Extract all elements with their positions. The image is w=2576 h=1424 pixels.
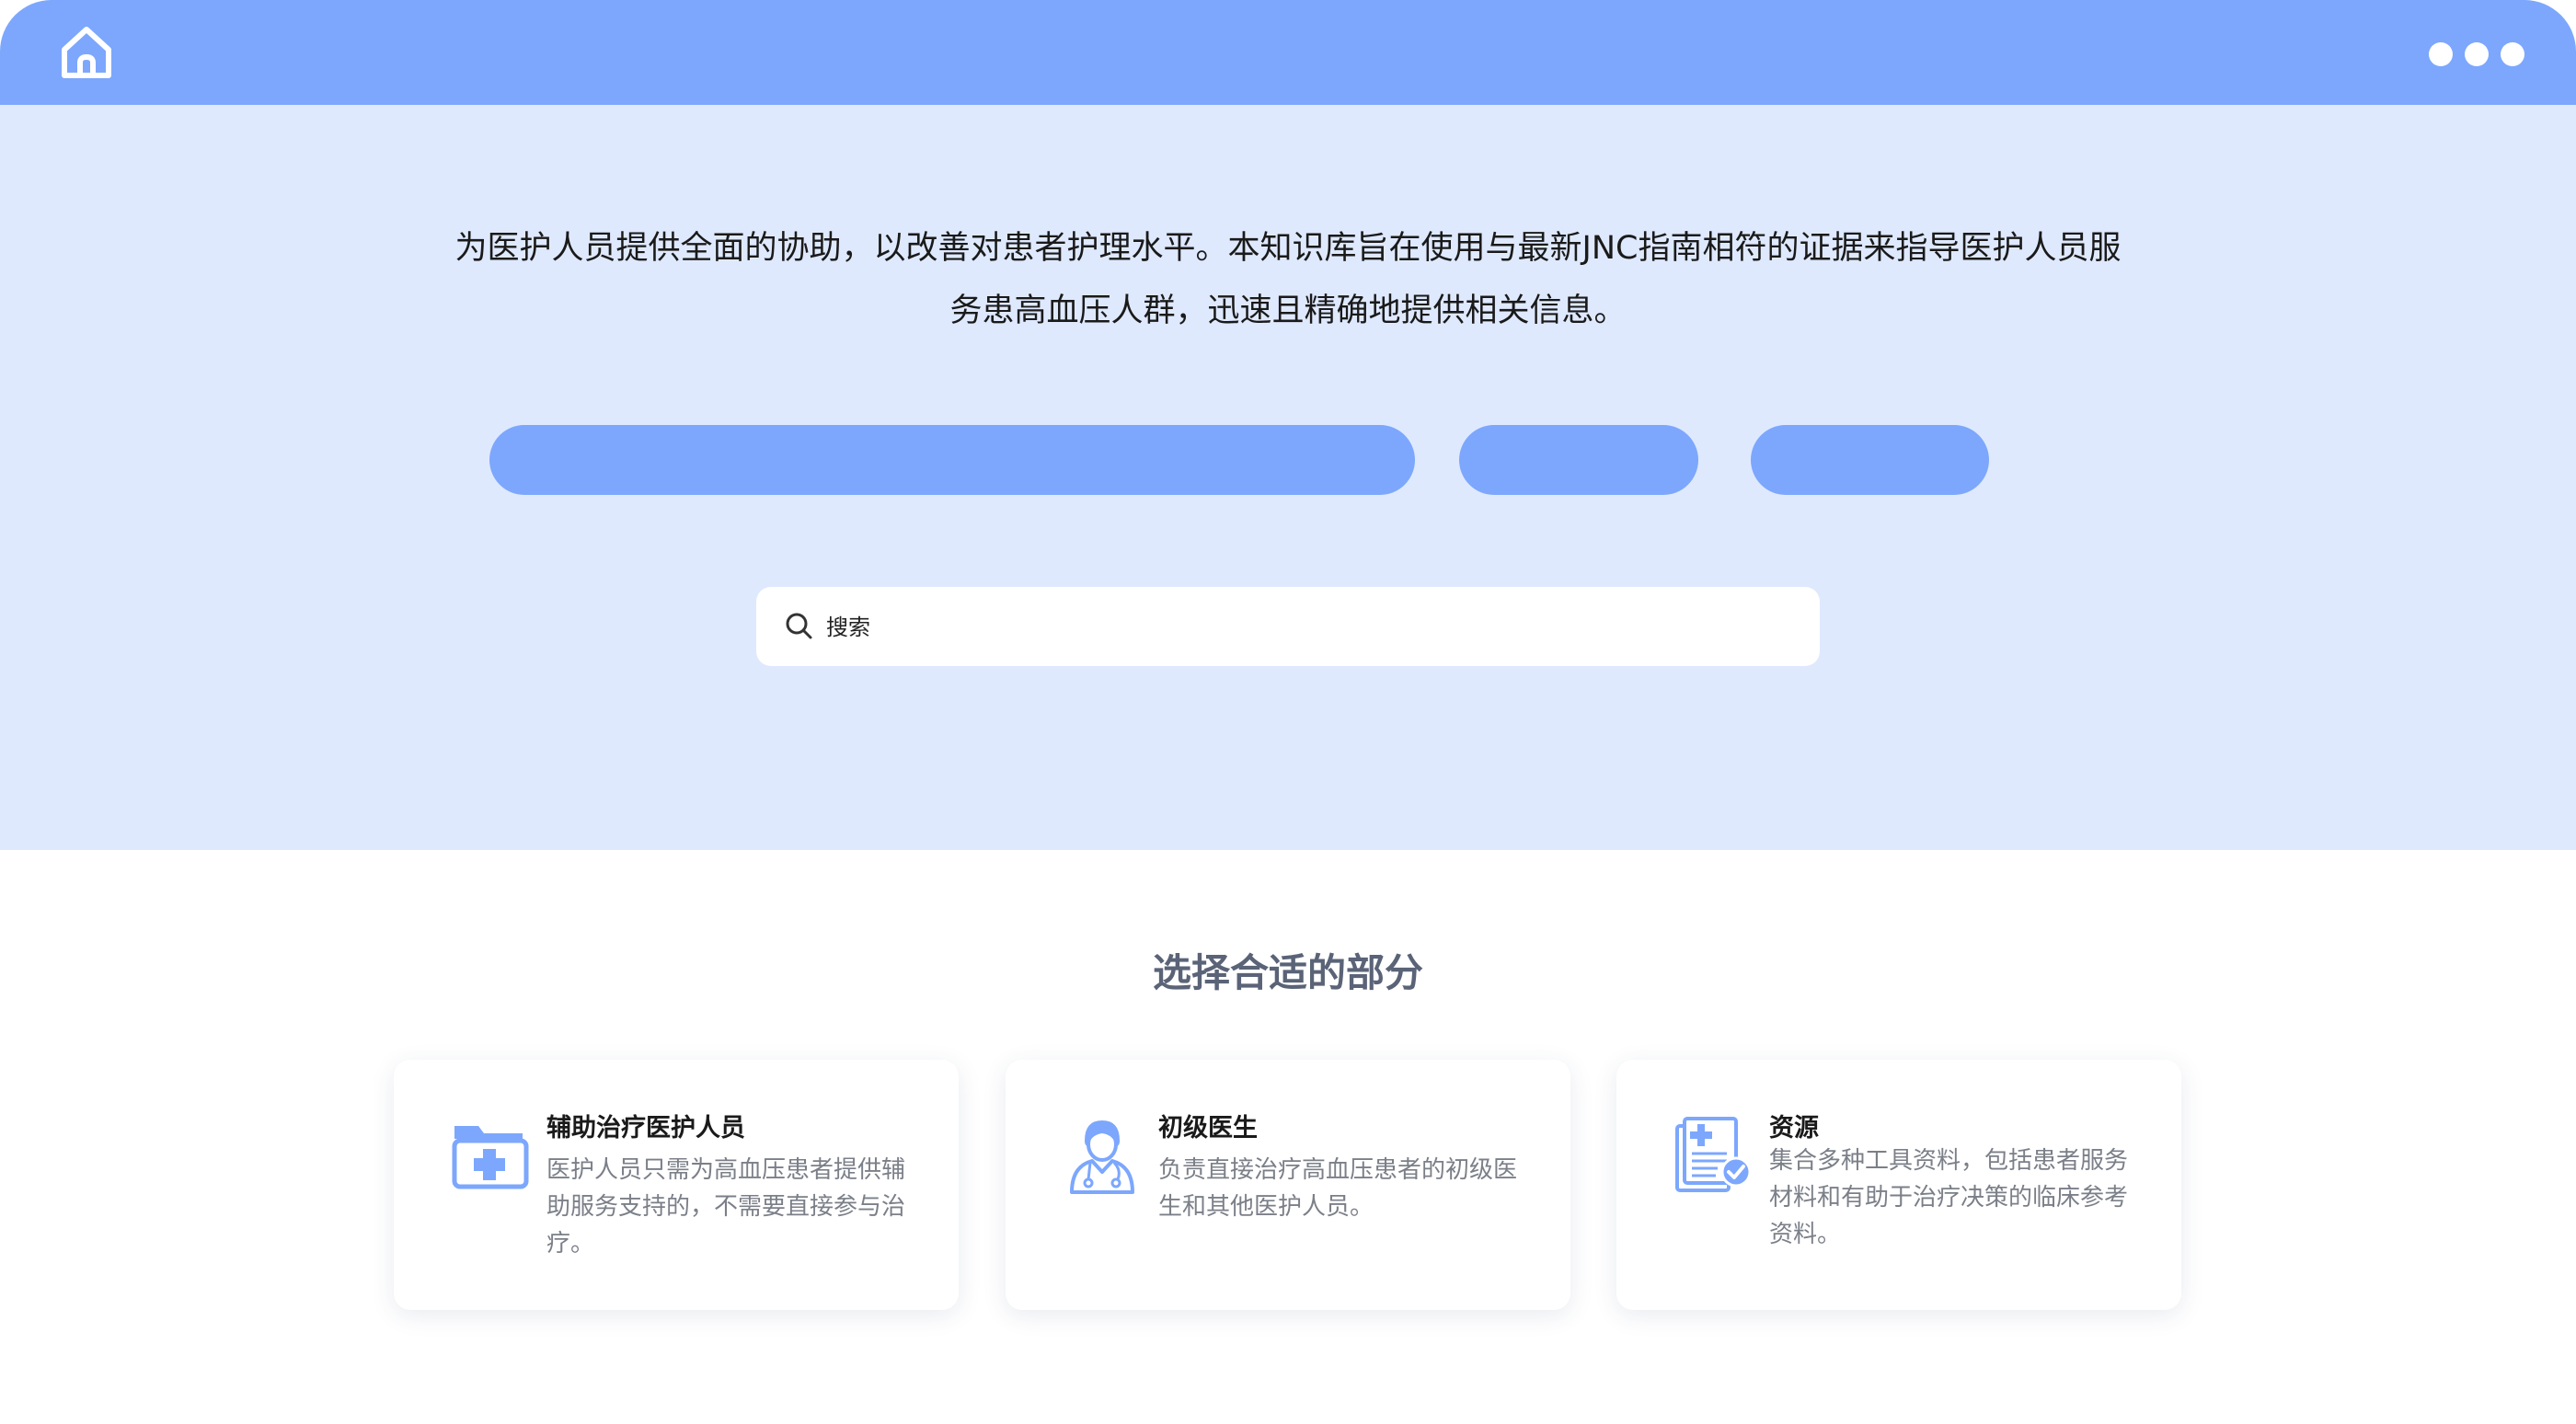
intro-line-2: 务患高血压人群，迅速且精确地提供相关信息。 xyxy=(949,293,1627,329)
card-resources[interactable]: 资源 集合多种工具资料，包括患者服务材料和有助于治疗决策的临床参考资料。 xyxy=(1616,1060,2181,1310)
card-description: 负责直接治疗高血压患者的初级医生和其他医护人员。 xyxy=(1158,1156,1518,1221)
intro-line-1: 为医护人员提供全面的协助，以改善对患者护理水平。本知识库旨在使用与最新JNC指南… xyxy=(454,230,2122,267)
card-title: 资源 xyxy=(1769,1114,1819,1143)
section-title: 选择合适的部分 xyxy=(1152,950,1423,995)
search-box[interactable] xyxy=(756,587,1820,666)
home-icon[interactable] xyxy=(57,22,116,83)
card-title: 辅助治疗医护人员 xyxy=(546,1114,745,1143)
nav-pill-3[interactable] xyxy=(1751,425,1989,495)
doctor-icon xyxy=(1070,1120,1134,1194)
top-bar xyxy=(0,0,2576,105)
intro-text: 为医护人员提供全面的协助，以改善对患者护理水平。本知识库旨在使用与最新JNC指南… xyxy=(368,217,2208,342)
card-description: 医护人员只需为高血压患者提供辅助服务支持的，不需要直接参与治疗。 xyxy=(546,1156,906,1257)
nav-pill-large[interactable] xyxy=(489,425,1415,495)
medical-folder-icon xyxy=(452,1126,529,1189)
more-dots-icon[interactable] xyxy=(2429,42,2524,66)
nav-pill-2[interactable] xyxy=(1459,425,1698,495)
card-description: 集合多种工具资料，包括患者服务材料和有助于治疗决策的临床参考资料。 xyxy=(1769,1147,2129,1248)
search-icon xyxy=(786,613,812,639)
dot xyxy=(2501,42,2524,66)
card-primary-doctor[interactable]: 初级医生 负责直接治疗高血压患者的初级医生和其他医护人员。 xyxy=(1006,1060,1570,1310)
card-title: 初级医生 xyxy=(1158,1114,1258,1143)
card-assistant-staff[interactable]: 辅助治疗医护人员 医护人员只需为高血压患者提供辅助服务支持的，不需要直接参与治疗… xyxy=(394,1060,959,1310)
medical-document-icon xyxy=(1675,1117,1752,1192)
dot xyxy=(2429,42,2453,66)
dot xyxy=(2465,42,2489,66)
search-input[interactable] xyxy=(824,605,1794,649)
